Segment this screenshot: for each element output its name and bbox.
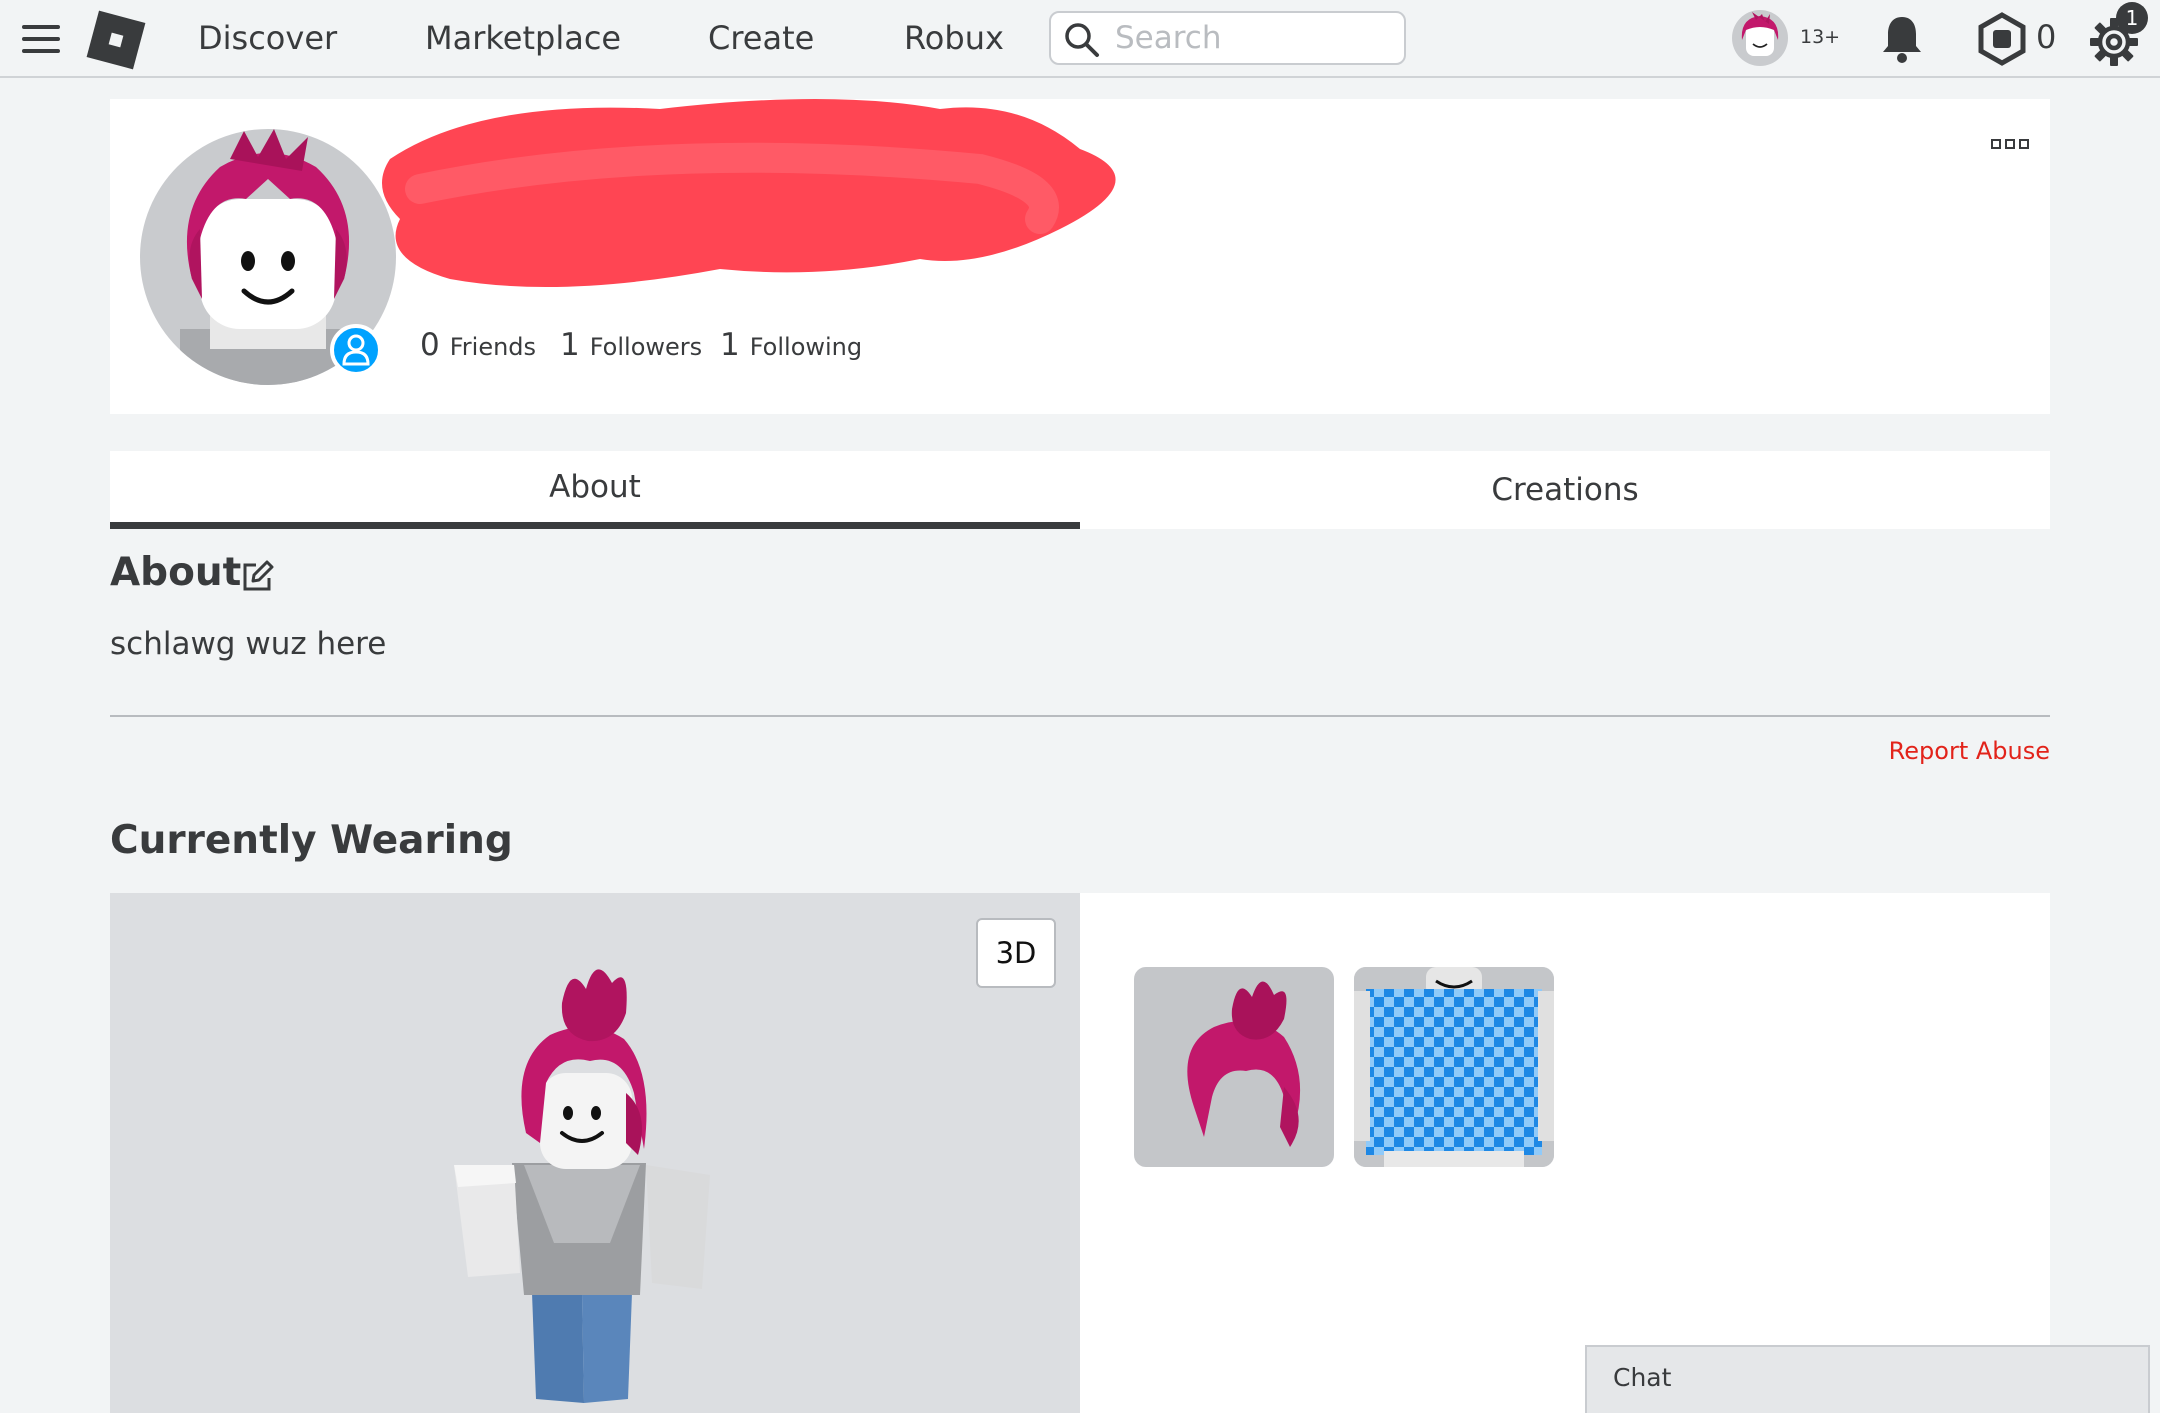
currently-wearing-heading: Currently Wearing	[110, 818, 513, 863]
worn-item-hair[interactable]	[1134, 967, 1334, 1167]
followers-stat[interactable]: 1 Followers	[560, 327, 702, 363]
nav-link-create[interactable]: Create	[708, 18, 814, 58]
age-badge: 13+	[1800, 26, 1841, 48]
tab-creations-label: Creations	[1491, 472, 1639, 508]
top-navigation-bar: Discover Marketplace Create Robux 13+ 0	[0, 0, 2160, 78]
report-abuse-link[interactable]: Report Abuse	[1889, 737, 2050, 765]
notification-bell-icon[interactable]	[1880, 14, 1924, 64]
following-label: Following	[749, 333, 863, 361]
following-stat[interactable]: 1 Following	[720, 327, 862, 363]
friends-stat[interactable]: 0 Friends	[420, 327, 536, 363]
robux-count: 0	[2036, 18, 2057, 56]
tab-about-label: About	[549, 468, 641, 505]
robux-icon[interactable]	[1976, 12, 2028, 66]
followers-label: Followers	[589, 333, 703, 361]
user-avatar-icon[interactable]	[1732, 10, 1788, 66]
tab-creations[interactable]: Creations	[1080, 451, 2050, 529]
following-count: 1	[720, 327, 740, 363]
redacted-username-scribble	[360, 69, 1240, 319]
toggle-3d-label: 3D	[995, 936, 1037, 970]
avatar-3d-figure	[440, 943, 780, 1403]
toggle-3d-button[interactable]: 3D	[976, 918, 1056, 988]
edit-pencil-icon[interactable]	[240, 560, 274, 594]
tab-about[interactable]: About	[110, 451, 1080, 529]
hamburger-menu-icon[interactable]	[22, 24, 60, 54]
settings-badge-count: 1	[2125, 6, 2139, 30]
friends-count: 0	[420, 327, 440, 363]
chat-label: Chat	[1613, 1363, 1672, 1392]
worn-item-shirt[interactable]	[1354, 967, 1554, 1167]
profile-header-card: 0 Friends 1 Followers 1 Following	[110, 99, 2050, 414]
search-icon	[1063, 21, 1101, 59]
friends-label: Friends	[449, 333, 537, 361]
about-heading: About	[110, 550, 242, 595]
roblox-logo-icon[interactable]	[86, 10, 146, 70]
nav-link-discover[interactable]: Discover	[198, 18, 337, 58]
avatar-3d-viewer[interactable]: 3D	[110, 893, 1080, 1413]
followers-count: 1	[560, 327, 580, 363]
about-divider	[110, 715, 2050, 717]
nav-link-robux[interactable]: Robux	[904, 18, 1004, 58]
chat-bar[interactable]: Chat	[1585, 1345, 2150, 1413]
search-box[interactable]	[1049, 11, 1406, 65]
about-text: schlawg wuz here	[110, 626, 387, 662]
search-input[interactable]	[1115, 21, 1395, 55]
nav-link-marketplace[interactable]: Marketplace	[425, 18, 621, 58]
online-status-icon	[330, 324, 382, 376]
more-options-icon[interactable]	[1990, 135, 2030, 149]
settings-notification-badge: 1	[2116, 2, 2148, 34]
